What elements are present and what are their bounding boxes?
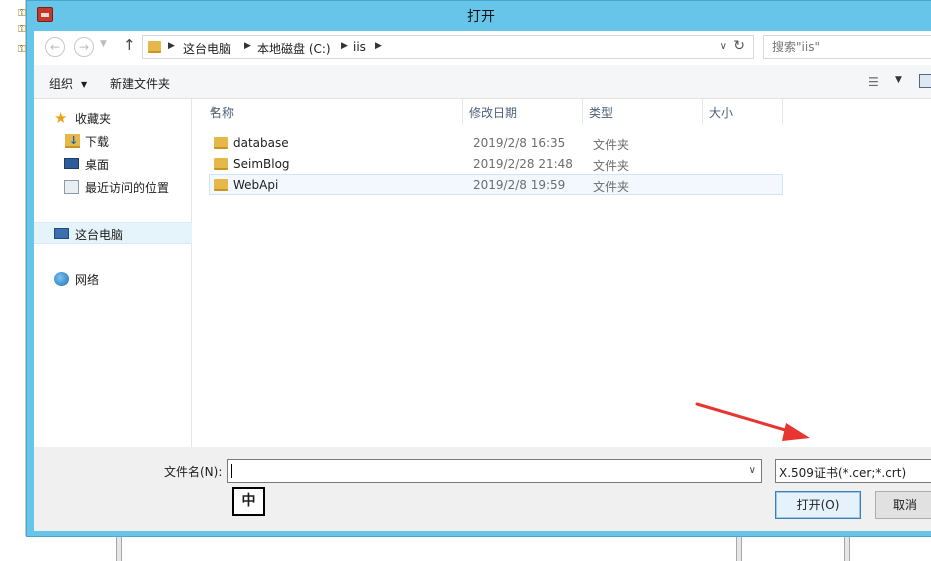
ime-indicator: 中	[232, 487, 265, 516]
star-icon: ★	[54, 109, 68, 127]
navigation-bar: ← → ▼ ↑ ▶ 这台电脑 ▶ 本地磁盘 (C:) ▶ iis ▶ ∨ ↻	[34, 31, 931, 63]
nav-item-network[interactable]: 网络	[34, 268, 192, 290]
preview-pane-icon[interactable]	[919, 74, 931, 88]
nav-item-this-pc[interactable]: 这台电脑	[34, 222, 192, 244]
back-icon[interactable]: ←	[45, 37, 65, 57]
file-list: 名称 ▲ 修改日期 类型 大小 database 2019/2/8 16:35 …	[193, 99, 931, 447]
nav-item-label: 收藏夹	[75, 112, 112, 126]
file-type: 文件夹	[593, 159, 630, 173]
refresh-icon[interactable]: ↻	[733, 38, 745, 54]
dialog-footer: 文件名(N): ∨ 中 X.509证书(*.cer;*.crt) 打开(O) 取…	[34, 447, 931, 531]
downloads-folder-icon	[65, 134, 80, 148]
folder-icon	[214, 137, 228, 149]
cancel-button[interactable]: 取消	[875, 491, 931, 519]
network-icon	[54, 272, 69, 286]
column-header-size[interactable]: 大小	[703, 99, 783, 125]
file-name: database	[233, 136, 289, 150]
change-view-icon[interactable]: ☰	[868, 75, 884, 89]
breadcrumb-separator-icon[interactable]: ▶	[375, 41, 382, 51]
command-bar: 组织 ▼ 新建文件夹 ☰ ▼	[34, 65, 931, 99]
organize-label: 组织	[49, 77, 74, 91]
breadcrumb-separator-icon[interactable]: ▶	[168, 41, 175, 51]
up-arrow-icon[interactable]: ↑	[123, 36, 136, 54]
breadcrumb-separator-icon[interactable]: ▶	[341, 41, 348, 51]
file-date: 2019/2/8 19:59	[473, 178, 566, 192]
background-splitter	[116, 536, 122, 561]
file-date: 2019/2/28 21:48	[473, 157, 573, 171]
file-type-filter[interactable]: X.509证书(*.cer;*.crt)	[775, 459, 931, 483]
forward-icon[interactable]: →	[74, 37, 94, 57]
view-options-dropdown-icon[interactable]: ▼	[895, 75, 902, 85]
open-button[interactable]: 打开(O)	[775, 491, 861, 519]
organize-button[interactable]: 组织 ▼	[49, 75, 87, 92]
window-title: 打开	[467, 9, 495, 25]
desktop-icon	[64, 158, 79, 169]
folder-icon	[214, 179, 228, 191]
column-header-label: 类型	[589, 106, 614, 120]
recent-places-icon	[64, 180, 79, 194]
search-input[interactable]	[764, 36, 931, 58]
nav-item-downloads[interactable]: 下载	[34, 130, 192, 152]
address-dropdown-icon[interactable]: ∨	[720, 41, 727, 52]
text-cursor	[231, 464, 232, 478]
file-date: 2019/2/8 16:35	[473, 136, 566, 150]
filename-combobox[interactable]: ∨	[227, 459, 762, 483]
search-box[interactable]	[763, 35, 931, 59]
chevron-down-icon: ▼	[81, 80, 88, 89]
file-row[interactable]: SeimBlog 2019/2/28 21:48 文件夹	[209, 153, 783, 174]
file-name: WebApi	[233, 178, 279, 192]
file-type: 文件夹	[593, 180, 630, 194]
nav-item-label: 最近访问的位置	[85, 181, 170, 195]
nav-item-label: 网络	[75, 273, 100, 287]
column-header-name[interactable]: 名称 ▲	[204, 99, 463, 125]
file-type: 文件夹	[593, 138, 630, 152]
file-row[interactable]: WebApi 2019/2/8 19:59 文件夹	[209, 174, 783, 195]
breadcrumb-separator-icon[interactable]: ▶	[244, 41, 251, 51]
file-type-filter-value: X.509证书(*.cer;*.crt)	[779, 466, 907, 480]
background-splitter	[844, 536, 850, 561]
address-bar[interactable]: ▶ 这台电脑 ▶ 本地磁盘 (C:) ▶ iis ▶ ∨ ↻	[142, 35, 754, 59]
nav-item-recent-places[interactable]: 最近访问的位置	[34, 176, 192, 198]
column-header-label: 修改日期	[469, 106, 518, 120]
column-header-type[interactable]: 类型	[583, 99, 703, 125]
breadcrumb-iis[interactable]: iis	[353, 40, 366, 54]
background-splitter	[736, 536, 742, 561]
column-header-label: 大小	[709, 106, 734, 120]
computer-icon	[54, 228, 69, 239]
nav-item-desktop[interactable]: 桌面	[34, 153, 192, 175]
filename-label: 文件名(N):	[164, 465, 223, 479]
nav-item-label: 桌面	[85, 158, 110, 172]
chevron-down-icon[interactable]: ∨	[749, 465, 756, 476]
breadcrumb-this-pc[interactable]: 这台电脑	[183, 40, 231, 57]
folder-icon	[214, 158, 228, 170]
sort-ascending-icon: ▲	[210, 104, 217, 113]
new-folder-button[interactable]: 新建文件夹	[110, 75, 170, 92]
dialog-client-area: ← → ▼ ↑ ▶ 这台电脑 ▶ 本地磁盘 (C:) ▶ iis ▶ ∨ ↻ 搜…	[34, 31, 931, 531]
background-window-edge	[0, 0, 26, 561]
nav-item-favorites[interactable]: ★ 收藏夹	[34, 107, 192, 129]
recent-locations-dropdown-icon[interactable]: ▼	[100, 39, 107, 49]
nav-item-label: 这台电脑	[75, 228, 124, 242]
file-row[interactable]: database 2019/2/8 16:35 文件夹	[209, 132, 783, 153]
nav-item-label: 下载	[85, 135, 110, 149]
navigation-pane: ★ 收藏夹 下载 桌面 最近访问的位置 这台电脑 网络	[34, 99, 192, 447]
open-file-dialog: 打开 ← → ▼ ↑ ▶ 这台电脑 ▶ 本地磁盘 (C:) ▶ iis ▶ ∨ …	[26, 0, 931, 537]
filename-input[interactable]	[228, 460, 733, 482]
background-window-bottom	[0, 536, 931, 561]
folder-icon	[148, 41, 161, 53]
breadcrumb-local-disk[interactable]: 本地磁盘 (C:)	[257, 40, 331, 57]
title-bar[interactable]: 打开	[27, 1, 931, 29]
file-name: SeimBlog	[233, 157, 290, 171]
column-header-date[interactable]: 修改日期	[463, 99, 583, 125]
